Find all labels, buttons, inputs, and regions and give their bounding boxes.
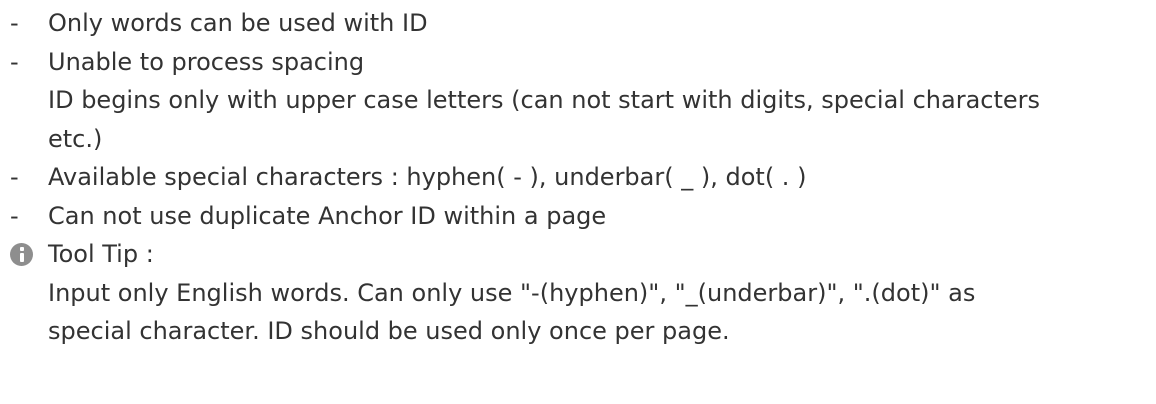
rule-words-only: - Only words can be used with ID	[10, 4, 1156, 43]
tooltip-heading: Tool Tip :	[10, 235, 1156, 274]
rule-uppercase-start-line2: etc.)	[48, 124, 103, 153]
rule-no-spacing: - Unable to process spacing	[10, 43, 1156, 82]
rule-uppercase-start-line1: ID begins only with upper case letters (…	[48, 86, 1041, 114]
rule-text: Can not use duplicate Anchor ID within a…	[48, 201, 607, 230]
rule-text: Unable to process spacing	[48, 47, 365, 76]
id-rules-document: - Only words can be used with ID - Unabl…	[0, 0, 1156, 404]
bullet-dash: -	[10, 9, 19, 37]
bullet-dash: -	[10, 163, 19, 191]
rule-text: Available special characters : hyphen( -…	[48, 163, 807, 191]
rule-no-duplicates: - Can not use duplicate Anchor ID within…	[10, 197, 1156, 236]
tooltip-text-line1: Input only English words. Can only use "…	[48, 278, 976, 307]
bullet-dash: -	[10, 47, 19, 76]
rule-special-characters: - Available special characters : hyphen(…	[10, 158, 1156, 197]
tooltip-title: Tool Tip :	[48, 240, 154, 268]
bullet-dash: -	[10, 201, 19, 230]
tooltip-text-line2: special character. ID should be used onl…	[48, 317, 730, 345]
rule-text: Only words can be used with ID	[48, 9, 428, 37]
info-icon	[10, 243, 33, 266]
